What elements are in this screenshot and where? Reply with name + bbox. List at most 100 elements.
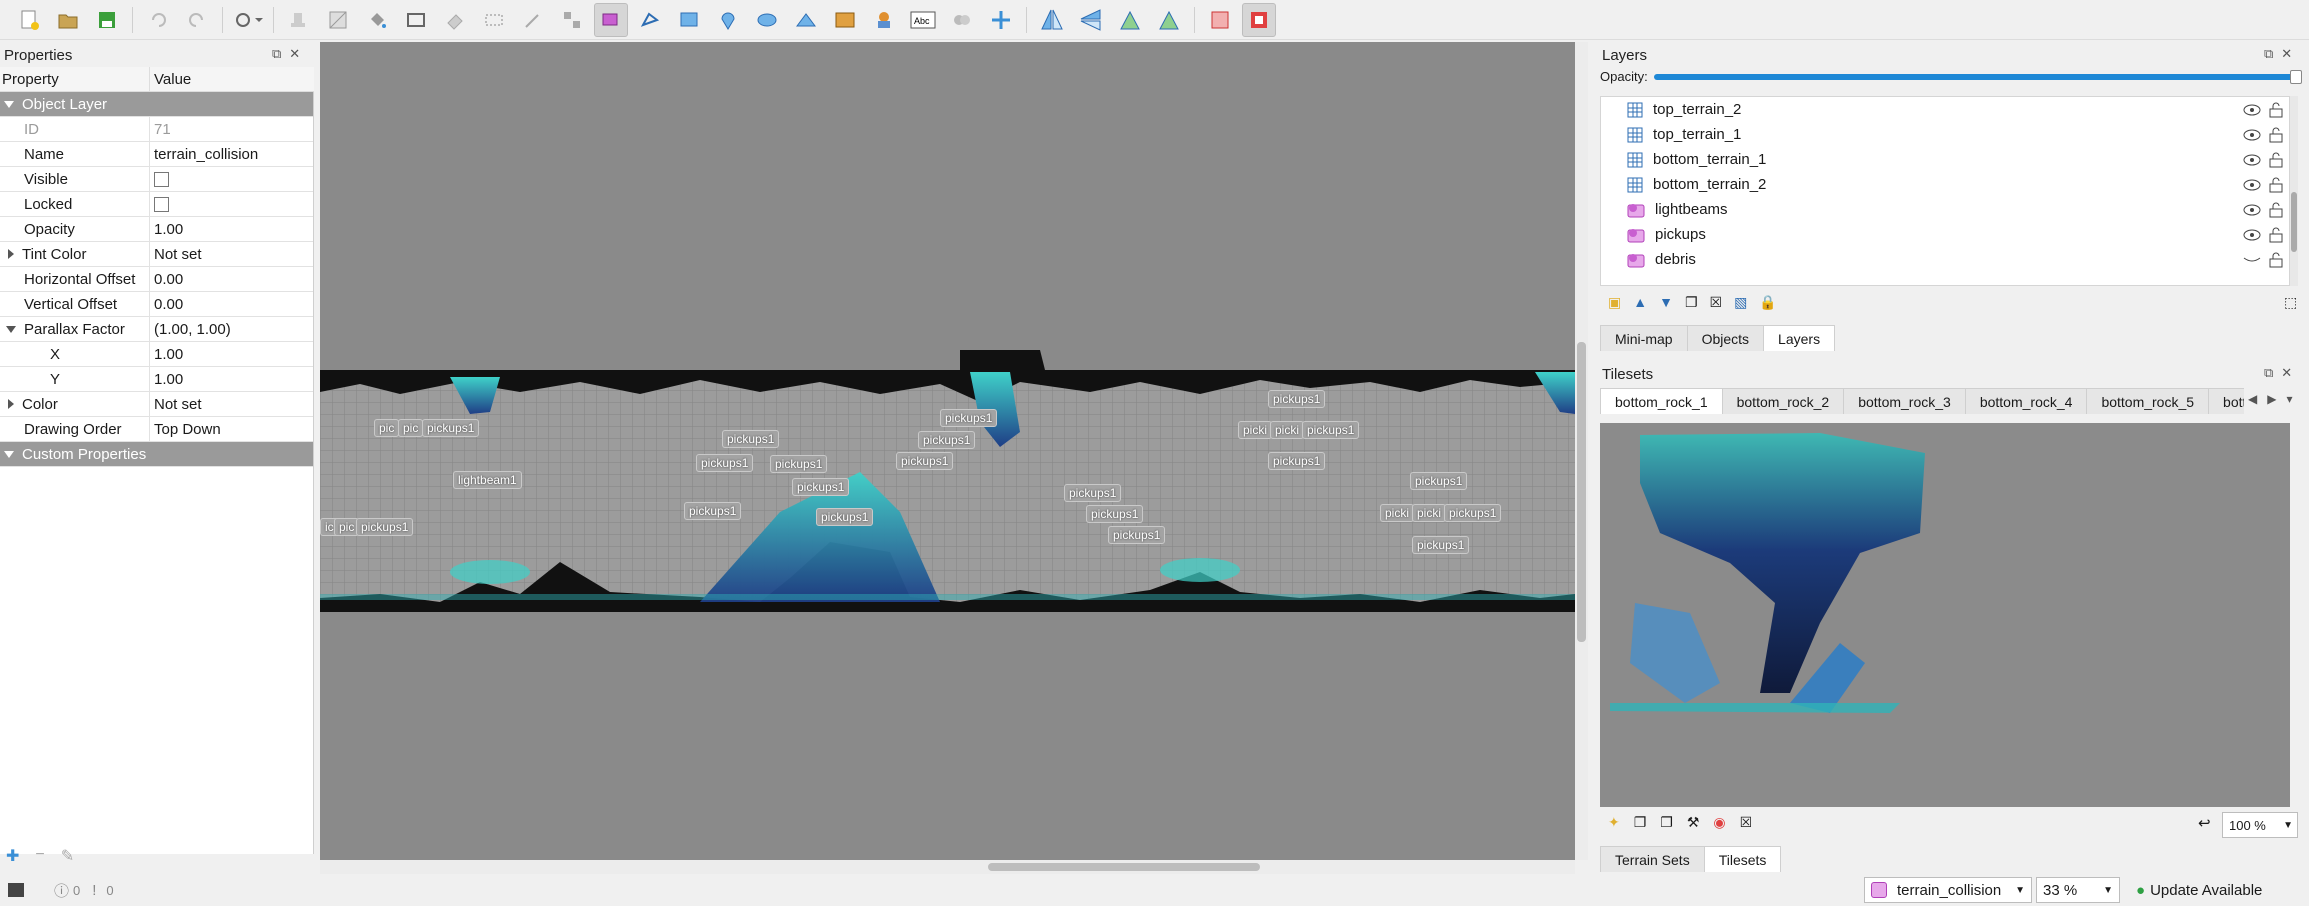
lock-icon[interactable] xyxy=(2269,252,2283,268)
scroll-left-icon[interactable]: ◀ xyxy=(2248,392,2257,406)
tab-bottom-rock-5[interactable]: bottom_rock_5 xyxy=(2086,388,2210,414)
stamp-brush-icon[interactable] xyxy=(282,3,316,37)
dynamic-wrapping-icon[interactable]: ↩ xyxy=(2198,814,2211,832)
property-row-horizontal-offset[interactable]: Horizontal Offset 0.00 xyxy=(0,267,313,292)
drawing-order-select[interactable]: Top Down xyxy=(150,417,313,441)
chevron-down-icon[interactable]: ▾ xyxy=(2286,392,2292,406)
eye-icon[interactable] xyxy=(2243,204,2261,216)
map-object-label[interactable]: pickups1 xyxy=(770,455,828,473)
parallax-x-field[interactable]: 1.00 xyxy=(150,342,313,366)
map-object-label[interactable]: pickups1 xyxy=(896,452,954,470)
horizontal-offset-field[interactable]: 0.00 xyxy=(150,267,313,291)
duplicate-layer-icon[interactable]: ❐ xyxy=(1685,294,1698,311)
float-icon[interactable]: ⧉ xyxy=(2264,365,2273,381)
rotate-right-icon[interactable] xyxy=(1152,3,1186,37)
property-row-y[interactable]: Y 1.00 xyxy=(0,367,313,392)
tab-mini-map[interactable]: Mini-map xyxy=(1600,325,1688,351)
property-row-color[interactable]: Color Not set xyxy=(0,392,313,417)
raise-layer-icon[interactable]: ▲ xyxy=(1633,294,1647,311)
lock-others-icon[interactable]: 🔒 xyxy=(1759,294,1776,311)
property-row-x[interactable]: X 1.00 xyxy=(0,342,313,367)
eye-icon[interactable] xyxy=(2243,179,2261,191)
layer-row[interactable]: top_terrain_1 xyxy=(1601,122,2289,147)
opacity-slider[interactable] xyxy=(1654,70,2302,84)
insert-polygon-icon[interactable] xyxy=(789,3,823,37)
eye-icon[interactable] xyxy=(2243,229,2261,241)
lower-layer-icon[interactable]: ▼ xyxy=(1659,294,1673,311)
tab-bottom-rock-3[interactable]: bottom_rock_3 xyxy=(1843,388,1966,414)
insert-tile-icon[interactable] xyxy=(828,3,862,37)
tileset-view[interactable] xyxy=(1600,423,2290,807)
layer-row[interactable]: debris xyxy=(1601,247,2289,272)
slider-handle[interactable] xyxy=(2290,70,2302,84)
map-object-label[interactable]: picki xyxy=(1270,421,1305,439)
tab-terrain-sets[interactable]: Terrain Sets xyxy=(1600,846,1705,872)
update-available-button[interactable]: ● Update Available xyxy=(2136,882,2262,899)
select-same-tile-icon[interactable] xyxy=(555,3,589,37)
map-object-label[interactable]: pickups1 xyxy=(1444,504,1502,522)
lock-icon[interactable] xyxy=(2269,227,2283,243)
property-row-drawing-order[interactable]: Drawing Order Top Down xyxy=(0,417,313,442)
flip-horizontal-icon[interactable] xyxy=(1035,3,1069,37)
map-object-label[interactable]: picki xyxy=(1238,421,1273,439)
group-object-layer[interactable]: Object Layer xyxy=(0,92,313,117)
parallax-factor-field[interactable]: (1.00, 1.00) xyxy=(150,317,313,341)
map-object-label[interactable]: pickups1 xyxy=(1108,526,1166,544)
vertical-offset-field[interactable]: 0.00 xyxy=(150,292,313,316)
property-row-tint-color[interactable]: Tint Color Not set xyxy=(0,242,313,267)
property-row-name[interactable]: Name terrain_collision xyxy=(0,142,313,167)
close-icon[interactable]: ✕ xyxy=(2281,46,2292,62)
map-object-label[interactable]: pickups1 xyxy=(1268,452,1326,470)
bucket-fill-icon[interactable] xyxy=(360,3,394,37)
eye-closed-icon[interactable] xyxy=(2243,254,2261,266)
map-object-label[interactable]: pickups1 xyxy=(422,419,480,437)
remove-property-icon[interactable]: − xyxy=(35,846,44,866)
tab-bottom-partial[interactable]: bottom_ xyxy=(2208,388,2244,414)
visible-checkbox[interactable] xyxy=(154,171,169,187)
property-row-opacity[interactable]: Opacity 1.00 xyxy=(0,217,313,242)
console-icon[interactable] xyxy=(8,883,24,897)
tileset-zoom-select[interactable]: 100 % ▼ xyxy=(2222,812,2298,838)
magic-wand-icon[interactable] xyxy=(516,3,550,37)
flip-vertical-icon[interactable] xyxy=(1074,3,1108,37)
layer-row[interactable]: lightbeams xyxy=(1601,197,2289,222)
map-object-label[interactable]: picki xyxy=(1380,504,1415,522)
lock-icon[interactable] xyxy=(2269,127,2283,143)
map-object-label[interactable]: pic xyxy=(374,419,400,437)
map-object-label[interactable]: pickups1 xyxy=(696,454,754,472)
map-object-label[interactable]: pickups1 xyxy=(1064,484,1122,502)
insert-point-icon[interactable] xyxy=(711,3,745,37)
group-custom-properties[interactable]: Custom Properties xyxy=(0,442,313,467)
scroll-thumb[interactable] xyxy=(1577,342,1586,642)
layer-row[interactable]: top_terrain_2 xyxy=(1601,97,2289,122)
eraser-icon[interactable] xyxy=(438,3,472,37)
add-property-icon[interactable]: ✚ xyxy=(6,846,19,866)
terrain-brush-icon[interactable] xyxy=(321,3,355,37)
color-field[interactable]: Not set xyxy=(150,392,313,416)
tint-color-field[interactable]: Not set xyxy=(150,242,313,266)
map-object-label[interactable]: pickups1 xyxy=(356,518,414,536)
warning-icon[interactable]: ! xyxy=(92,882,96,899)
tab-bottom-rock-1[interactable]: bottom_rock_1 xyxy=(1600,388,1723,414)
tab-objects[interactable]: Objects xyxy=(1686,325,1765,351)
insert-rectangle-icon[interactable] xyxy=(672,3,706,37)
layer-row[interactable]: bottom_terrain_1 xyxy=(1601,147,2289,172)
eye-icon[interactable] xyxy=(2243,129,2261,141)
map-object-label[interactable]: pickups1 xyxy=(940,409,998,427)
new-file-icon[interactable] xyxy=(12,3,46,37)
tab-layers[interactable]: Layers xyxy=(1763,325,1836,351)
lock-icon[interactable] xyxy=(2269,152,2283,168)
rotate-left-icon[interactable] xyxy=(1113,3,1147,37)
property-row-locked[interactable]: Locked xyxy=(0,192,313,217)
tileset-image[interactable] xyxy=(1600,423,2290,807)
canvas-vertical-scrollbar[interactable] xyxy=(1575,42,1588,860)
map-object-label[interactable]: pickups1 xyxy=(816,508,874,526)
map-object-label[interactable]: pickups1 xyxy=(918,431,976,449)
scroll-right-icon[interactable]: ▶ xyxy=(2267,392,2276,406)
property-row-vertical-offset[interactable]: Vertical Offset 0.00 xyxy=(0,292,313,317)
layers-scrollbar[interactable] xyxy=(2290,96,2298,286)
tileset-properties-icon[interactable]: ◉ xyxy=(1713,814,1725,831)
zoom-select[interactable]: 33 % ▼ xyxy=(2036,877,2120,903)
rename-property-icon[interactable]: ✎ xyxy=(61,846,74,866)
scroll-thumb[interactable] xyxy=(988,863,1260,871)
